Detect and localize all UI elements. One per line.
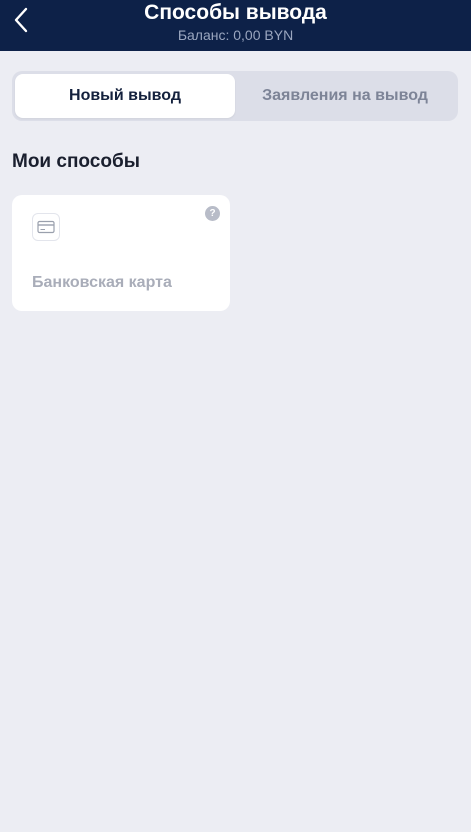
method-label: Банковская карта	[32, 274, 172, 291]
withdraw-tabs: Новый вывод Заявления на вывод	[12, 71, 458, 121]
tab-withdrawal-requests[interactable]: Заявления на вывод	[235, 74, 455, 118]
credit-card-icon	[32, 213, 60, 241]
page-title: Способы вывода	[144, 1, 327, 24]
help-icon[interactable]: ?	[205, 206, 220, 221]
tab-new-withdrawal[interactable]: Новый вывод	[15, 74, 235, 118]
method-card-bank-card[interactable]: ? Банковская карта	[12, 195, 230, 311]
top-bar: Способы вывода Баланс: 0,00 BYN	[0, 0, 471, 51]
section-title: Мои способы	[12, 151, 140, 172]
balance-text: Баланс: 0,00 BYN	[177, 27, 294, 43]
